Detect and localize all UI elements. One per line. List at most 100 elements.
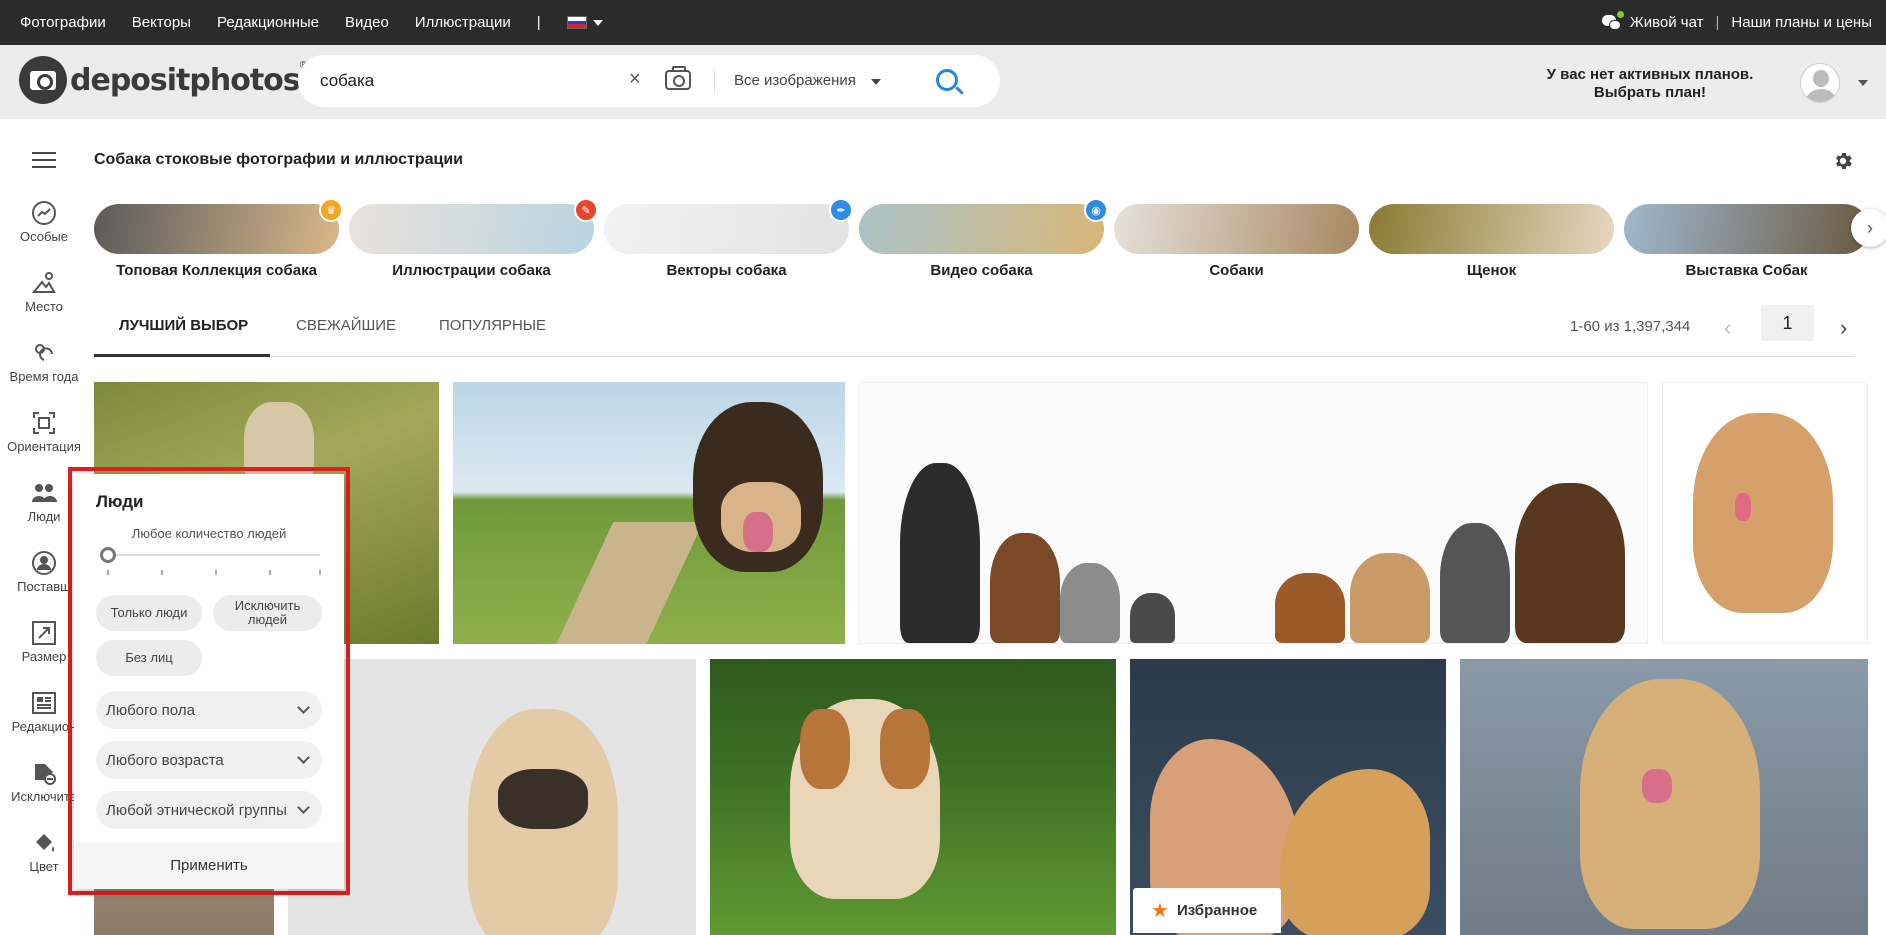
sidebar-item-trend[interactable]: Особые <box>0 200 88 244</box>
color-icon <box>31 830 57 856</box>
search-divider <box>714 69 715 93</box>
sidebar-item-orientation[interactable]: Ориентация <box>0 410 88 454</box>
category-thumbnail <box>349 204 594 254</box>
nav-vectors[interactable]: Векторы <box>132 14 191 31</box>
slider-tick <box>319 570 321 575</box>
result-image[interactable] <box>1460 659 1868 935</box>
chevron-down-icon[interactable] <box>1858 80 1868 86</box>
favorites-label: Избранное <box>1176 902 1258 919</box>
image-search-camera-icon[interactable] <box>665 66 691 90</box>
favorites-button[interactable]: ★ Избранное <box>1133 888 1281 933</box>
nav-editorial[interactable]: Редакционные <box>217 14 319 31</box>
category-label: Векторы собака <box>666 262 787 279</box>
category-thumbnail <box>1114 204 1359 254</box>
gender-value: Любого пола <box>106 701 195 719</box>
category-card[interactable]: ✒ Векторы собака <box>604 198 853 279</box>
category-label: Иллюстрации собака <box>392 262 551 279</box>
only-people-chip[interactable]: Только люди <box>96 595 202 631</box>
prev-page-button[interactable]: ‹ <box>1724 315 1731 341</box>
clear-search-icon[interactable]: × <box>629 68 641 91</box>
category-thumbnail <box>859 204 1104 254</box>
age-select[interactable]: Любого возраста <box>96 741 322 779</box>
age-value: Любого возраста <box>106 751 224 769</box>
category-thumbnail <box>604 204 849 254</box>
result-image[interactable] <box>1662 382 1868 644</box>
category-thumbnail <box>1369 204 1614 254</box>
people-icon <box>31 480 57 506</box>
image-type-select[interactable]: Все изображения <box>734 72 856 89</box>
category-card[interactable]: ◉ Видео собака <box>859 198 1108 279</box>
people-count-label: Любое количество людей <box>131 526 287 541</box>
category-card[interactable]: Выставка Собак <box>1624 204 1869 279</box>
tab-newest[interactable]: СВЕЖАЙШИЕ <box>296 317 396 334</box>
caret-down-icon <box>871 79 881 85</box>
result-count: 1-60 из 1,397,344 <box>1570 318 1691 335</box>
season-icon <box>31 340 57 366</box>
place-icon <box>31 270 57 296</box>
gender-select[interactable]: Любого пола <box>96 691 322 729</box>
category-label: Щенок <box>1466 262 1517 279</box>
result-image[interactable] <box>710 659 1116 935</box>
slider-tick <box>107 570 109 575</box>
sort-tabs: ЛУЧШИЙ ВЫБОР СВЕЖАЙШИЕ ПОПУЛЯРНЫЕ 1-60 и… <box>94 305 1854 357</box>
plans-link[interactable]: Наши планы и цены <box>1731 14 1872 31</box>
next-page-button[interactable]: › <box>1840 315 1847 341</box>
slider-handle[interactable] <box>100 547 116 563</box>
people-count-slider[interactable] <box>104 554 320 556</box>
category-label: Выставка Собак <box>1685 262 1808 279</box>
category-carousel: ♛ Топовая Коллекция собака ✎ Иллюстрации со… <box>94 198 1886 282</box>
sidebar-item-place[interactable]: Место <box>0 270 88 314</box>
sidebar-item-label: Ориентация <box>7 439 81 454</box>
brush-icon: ✎ <box>574 198 598 222</box>
sidebar-item-season[interactable]: Время года <box>0 340 88 384</box>
category-card[interactable]: ✎ Иллюстрации собака <box>349 198 598 279</box>
people-filter-popup: Люди Любое количество людей Только люди … <box>74 474 344 889</box>
category-card[interactable]: Щенок <box>1369 204 1614 279</box>
search-input[interactable]: собака <box>320 71 374 91</box>
search-icon[interactable] <box>936 69 958 91</box>
logo[interactable]: depositphotos ® <box>19 56 307 104</box>
sidebar-item-label: Особые <box>19 229 68 244</box>
page-input[interactable]: 1 <box>1761 305 1814 341</box>
camera-logo-icon <box>19 56 67 104</box>
gear-icon[interactable] <box>1832 150 1854 172</box>
avatar[interactable] <box>1800 63 1840 103</box>
category-label: Видео собака <box>930 262 1033 279</box>
nav-illustrations[interactable]: Иллюстрации <box>415 14 511 31</box>
apply-button[interactable]: Применить <box>74 842 344 889</box>
chat-icon <box>1601 10 1624 31</box>
tab-popular[interactable]: ПОПУЛЯРНЫЕ <box>439 317 546 334</box>
slider-tick <box>269 570 271 575</box>
live-chat-link[interactable]: Живой чат <box>1630 14 1704 31</box>
carousel-next-button[interactable]: › <box>1851 209 1886 247</box>
nav-photos[interactable]: Фотографии <box>20 14 106 31</box>
contributor-icon <box>31 550 57 576</box>
nav-video[interactable]: Видео <box>345 14 389 31</box>
popup-title: Люди <box>96 492 144 511</box>
exclude-people-chip[interactable]: Исключить людей <box>213 595 322 631</box>
category-card[interactable]: Собаки <box>1114 204 1359 279</box>
tab-best[interactable]: ЛУЧШИЙ ВЫБОР <box>119 317 248 334</box>
size-icon <box>31 620 57 646</box>
top-divider: | <box>1715 14 1720 31</box>
ethnicity-select[interactable]: Любой этнической группы <box>96 791 322 829</box>
result-image[interactable] <box>859 382 1648 644</box>
exclude-people-line2: людей <box>247 612 288 627</box>
language-selector[interactable] <box>566 16 603 29</box>
orientation-icon <box>31 410 57 436</box>
header: depositphotos ® собака × Все изображения… <box>0 45 1886 119</box>
ethnicity-value: Любой этнической группы <box>106 801 287 819</box>
caret-down-icon <box>592 19 603 26</box>
category-label: Топовая Коллекция собака <box>116 262 317 279</box>
menu-icon[interactable] <box>32 152 56 168</box>
plans-notice-line1: У вас нет активных планов. <box>1546 66 1754 83</box>
no-faces-chip[interactable]: Без лиц <box>96 640 202 676</box>
camera-icon: ◉ <box>1084 198 1108 222</box>
russia-flag-icon <box>566 16 587 29</box>
result-image[interactable] <box>453 382 845 644</box>
page-title: Собака стоковые фотографии и иллюстрации <box>94 151 463 168</box>
category-card[interactable]: ♛ Топовая Коллекция собака <box>94 198 343 279</box>
pen-icon: ✒ <box>829 198 853 222</box>
plans-notice[interactable]: У вас нет активных планов. Выбрать план! <box>1520 66 1780 102</box>
top-right-links: Живой чат | Наши планы и цены <box>1601 0 1872 45</box>
